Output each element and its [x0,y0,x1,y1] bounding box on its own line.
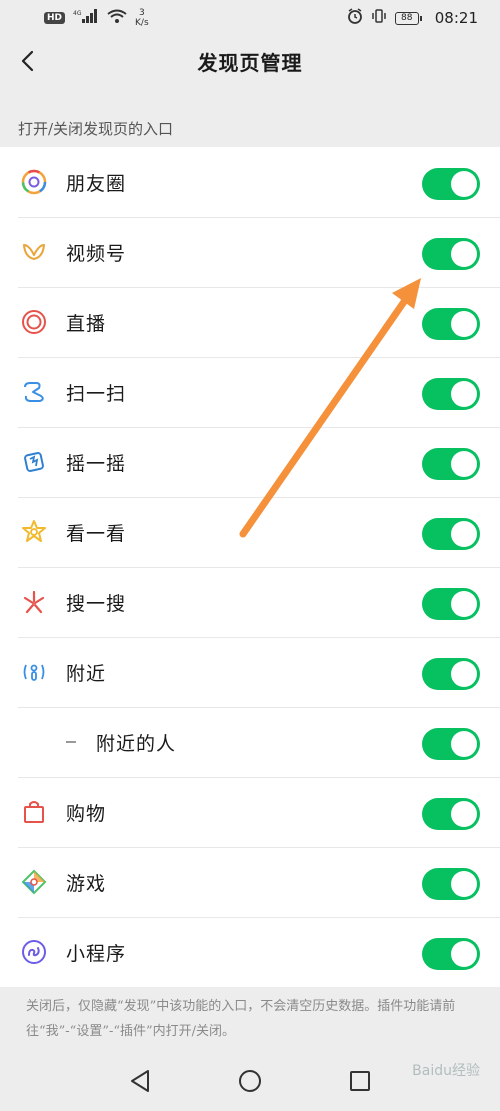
toggle-live[interactable] [422,308,480,340]
circle-home-icon [239,1069,261,1092]
nearby-icon [20,658,48,686]
list-item-mini-programs: 小程序 [0,917,500,987]
games-icon [20,868,48,896]
channels-icon [20,238,48,266]
list-item-search: 搜一搜 [0,567,500,637]
toggle-channels[interactable] [422,238,480,270]
item-label: 朋友圈 [66,172,127,195]
item-label: 视频号 [66,242,127,265]
nav-home-button[interactable] [235,1066,265,1096]
toggle-search[interactable] [422,588,480,620]
toggle-moments[interactable] [422,168,480,200]
list-item-channels: 视频号 [0,217,500,287]
list-item-top-stories: 看一看 [0,497,500,567]
status-time: 08:21 [434,9,478,27]
list-item-nearby: 附近 [0,637,500,707]
list-item-moments: 朋友圈 [0,147,500,217]
list-item-live: 直播 [0,287,500,357]
item-label: 附近的人 [96,732,177,755]
toggle-nearby[interactable] [422,658,480,690]
vibrate-icon [371,8,387,28]
list-item-games: 游戏 [0,847,500,917]
nav-back-button[interactable] [125,1066,155,1096]
battery-icon: 88 [394,11,422,25]
item-label: 小程序 [66,942,127,965]
watermark: Baidu经验 [412,1063,480,1079]
footer-note: 关闭后，仅隐藏“发现”中该功能的入口，不会清空历史数据。插件功能请前往“我”-“… [26,999,456,1039]
svg-text:4G: 4G [73,10,82,17]
mini-programs-icon [20,938,48,966]
item-label: 摇一摇 [66,452,127,475]
list-item-shopping: 购物 [0,777,500,847]
alarm-icon [347,8,363,28]
item-label: 扫一扫 [66,382,127,405]
item-label: 看一看 [66,522,127,545]
entry-list: 朋友圈 视频号 直播 扫一扫 摇一摇 看一看 搜一搜 附近 附近的人 购物 游戏… [0,147,500,987]
item-label: 游戏 [66,872,107,895]
top-stories-icon [20,518,48,546]
wifi-icon [107,9,127,27]
live-icon [20,308,48,336]
section-label: 打开/关闭发现页的入口 [18,120,174,138]
toggle-shake[interactable] [422,448,480,480]
nav-recents-button[interactable] [345,1066,375,1096]
sub-item-dash [66,741,76,743]
toggle-people-nearby[interactable] [422,728,480,760]
moments-icon [20,168,48,196]
list-item-shake: 摇一摇 [0,427,500,497]
item-label: 附近 [66,662,107,685]
list-item-people-nearby: 附近的人 [0,707,500,777]
hd-indicator: HD [44,12,66,24]
chevron-left-icon [21,50,34,72]
toggle-top-stories[interactable] [422,518,480,550]
shopping-bag-icon [20,798,48,826]
scan-icon [20,378,48,406]
search-sparkle-icon [20,588,48,616]
shake-icon [20,448,48,476]
item-label: 搜一搜 [66,592,127,615]
back-button[interactable] [14,44,40,78]
page-title: 发现页管理 [197,50,303,75]
triangle-back-icon [131,1069,149,1092]
toggle-shopping[interactable] [422,798,480,830]
status-bar: HD 4G 3 K/s 88 08:21 [0,0,500,36]
square-recents-icon [350,1070,370,1091]
toggle-mini-programs[interactable] [422,938,480,970]
item-label: 购物 [66,802,107,825]
item-label: 直播 [66,312,107,335]
list-item-scan: 扫一扫 [0,357,500,427]
toggle-games[interactable] [422,868,480,900]
net-speed: 3 K/s [135,8,149,28]
toggle-scan[interactable] [422,378,480,410]
signal-icon: 4G [73,9,99,27]
header: 发现页管理 [0,36,500,86]
